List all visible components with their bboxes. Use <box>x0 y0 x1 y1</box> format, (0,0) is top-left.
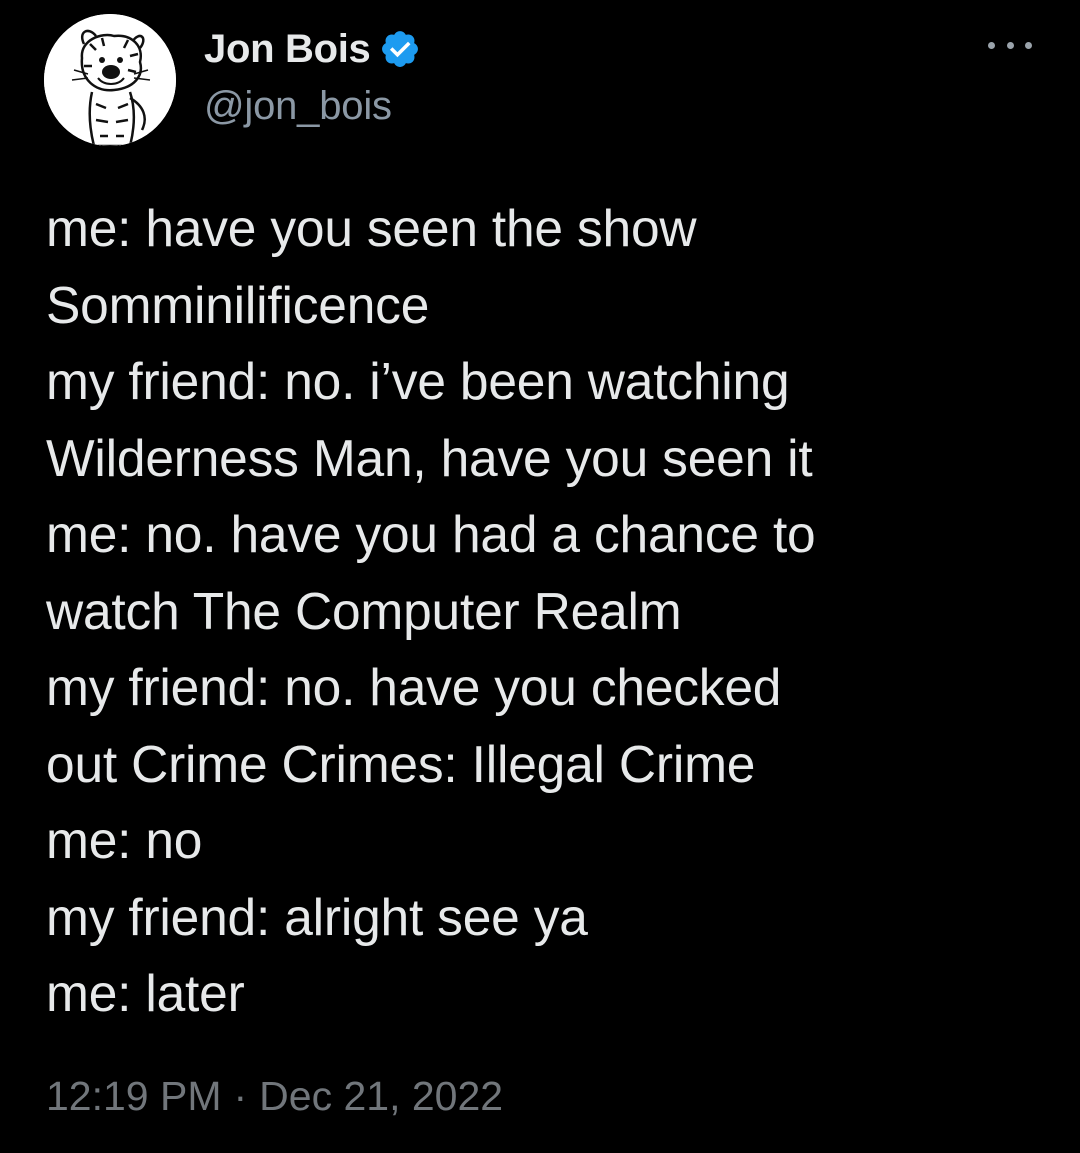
tweet-timestamp[interactable]: 12:19 PM · Dec 21, 2022 <box>46 1066 503 1126</box>
author-handle[interactable]: @jon_bois <box>204 84 392 129</box>
tweet-line: my friend: no. have you checked <box>46 658 782 716</box>
tweet: Jon Bois @jon_bois me: have you seen the… <box>0 0 1080 1153</box>
tweet-date[interactable]: Dec 21, 2022 <box>259 1073 503 1120</box>
more-dot <box>988 41 995 49</box>
tweet-time[interactable]: 12:19 PM <box>46 1073 222 1120</box>
display-name[interactable]: Jon Bois <box>204 27 371 72</box>
tweet-line: Somminilificence <box>46 275 430 334</box>
tweet-text: me: have you seen the show Somminilifice… <box>46 190 1056 1032</box>
tweet-line: my friend: alright see ya <box>46 887 588 946</box>
avatar[interactable] <box>44 14 176 146</box>
author-name-row[interactable]: Jon Bois <box>204 22 421 76</box>
verified-badge-icon <box>381 31 418 67</box>
more-dot <box>1025 41 1032 49</box>
tweet-line: me: have you seen the show <box>46 199 697 257</box>
tweet-line: me: no. have you had a chance to <box>46 505 816 563</box>
tweet-line: out Crime Crimes: Illegal Crime <box>46 734 756 793</box>
tweet-line: me: no <box>46 811 203 869</box>
tweet-line: me: later <box>46 964 245 1022</box>
tweet-line: my friend: no. i’ve been watching <box>46 352 790 410</box>
meta-separator: · <box>233 1072 248 1119</box>
hobbes-avatar-icon <box>44 14 176 146</box>
tweet-line: Wilderness Man, have you seen it <box>46 428 813 487</box>
more-dot <box>1006 41 1014 49</box>
tweet-line: watch The Computer Realm <box>46 581 682 640</box>
more-options-icon[interactable] <box>988 34 1032 56</box>
